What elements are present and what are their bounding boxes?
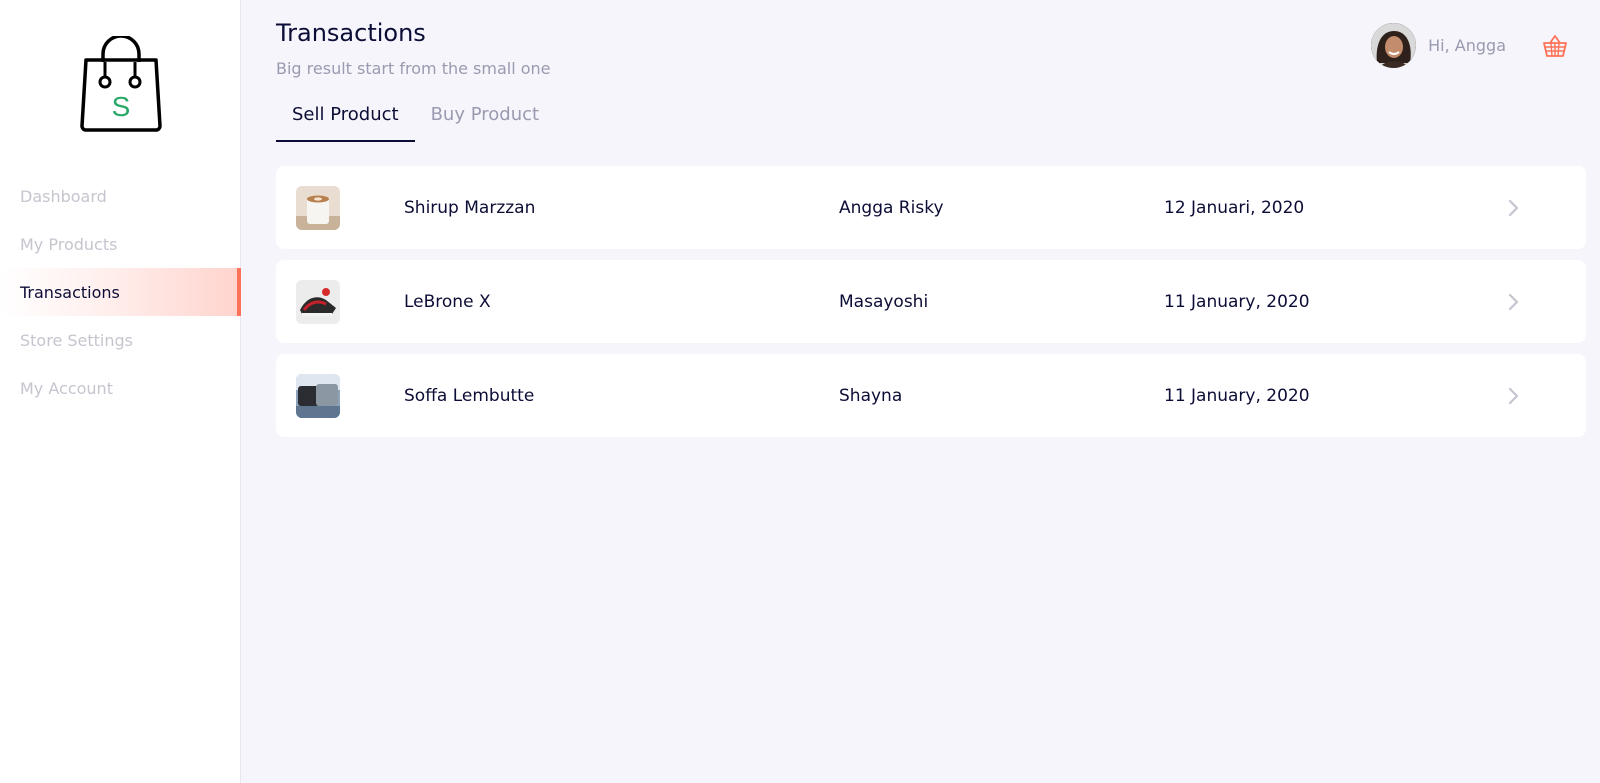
user-menu[interactable]: Hi, Angga [1371,23,1568,68]
sidebar-nav: Dashboard My Products Transactions Store… [0,172,241,412]
sidebar-item-transactions[interactable]: Transactions [0,268,241,316]
page-subtitle: Big result start from the small one [276,59,551,78]
avatar[interactable] [1371,23,1417,68]
transaction-list: Shirup Marzzan Angga Risky 12 Januari, 2… [276,166,1586,448]
sidebar: S Dashboard My Products Transactions Sto… [0,0,241,783]
product-name: LeBrone X [404,291,491,312]
customer-name: Masayoshi [839,291,929,312]
page-title: Transactions [276,19,426,47]
transaction-date: 11 January, 2020 [1164,385,1310,406]
sidebar-item-store-settings[interactable]: Store Settings [0,316,241,364]
product-thumbnail-sneaker [296,280,340,324]
customer-name: Angga Risky [839,197,944,218]
chevron-right-icon[interactable] [1505,387,1521,405]
product-name: Soffa Lembutte [404,385,535,406]
customer-name: Shayna [839,385,903,406]
logo-letter: S [112,91,131,122]
product-thumbnail-sofa [296,374,340,418]
cart-basket-icon[interactable] [1542,33,1568,59]
tab-buy-product[interactable]: Buy Product [415,104,555,142]
sidebar-item-my-account[interactable]: My Account [0,364,241,412]
transaction-date: 11 January, 2020 [1164,291,1310,312]
transaction-row[interactable]: LeBrone X Masayoshi 11 January, 2020 [276,260,1586,343]
app: S Dashboard My Products Transactions Sto… [0,0,1600,783]
transaction-row[interactable]: Shirup Marzzan Angga Risky 12 Januari, 2… [276,166,1586,249]
transaction-date: 12 Januari, 2020 [1164,197,1305,218]
user-greeting: Hi, Angga [1428,36,1506,55]
tab-sell-product[interactable]: Sell Product [276,104,415,142]
transaction-tabs: Sell Product Buy Product [276,104,555,142]
chevron-right-icon[interactable] [1505,293,1521,311]
transaction-row[interactable]: Soffa Lembutte Shayna 11 January, 2020 [276,354,1586,437]
sidebar-item-my-products[interactable]: My Products [0,220,241,268]
product-name: Shirup Marzzan [404,197,536,218]
main-content: Transactions Big result start from the s… [241,0,1600,783]
chevron-right-icon[interactable] [1505,199,1521,217]
sidebar-item-dashboard[interactable]: Dashboard [0,172,241,220]
shopping-bag-logo-icon[interactable]: S [78,34,164,136]
product-thumbnail-coffee-cup [296,186,340,230]
